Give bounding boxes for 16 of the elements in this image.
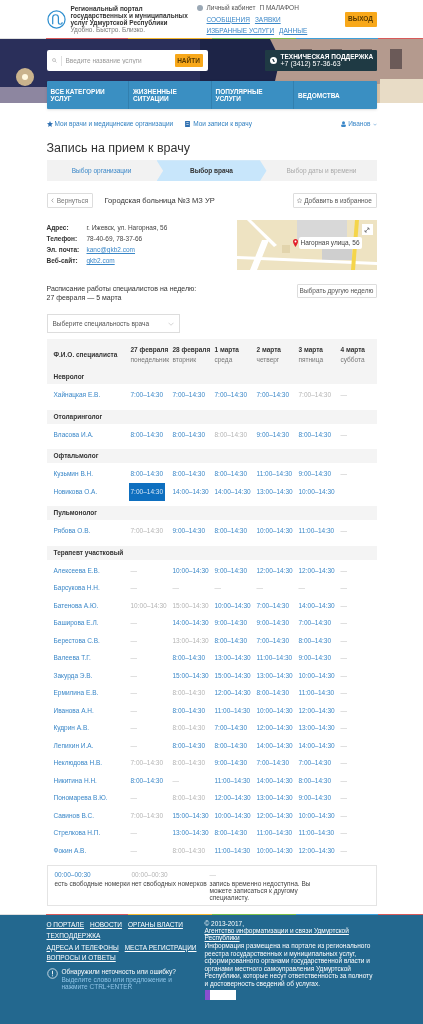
chevron-down-icon (167, 321, 174, 326)
document-icon (185, 121, 191, 128)
phone-icon (269, 57, 277, 65)
user-icon (341, 121, 347, 128)
search-icon (51, 58, 57, 64)
expand-icon (364, 226, 370, 233)
fullscreen-button[interactable] (361, 224, 373, 236)
star-icon (46, 121, 53, 128)
page-title: Запись на прием к врачу (46, 140, 191, 156)
map-pin-icon (292, 239, 298, 248)
counter-widget[interactable] (204, 990, 236, 1000)
logo-icon[interactable] (46, 9, 66, 29)
alert-icon (46, 968, 58, 979)
star-outline-icon (297, 198, 303, 204)
user-icon (196, 4, 203, 11)
chevron-left-icon (50, 198, 54, 204)
